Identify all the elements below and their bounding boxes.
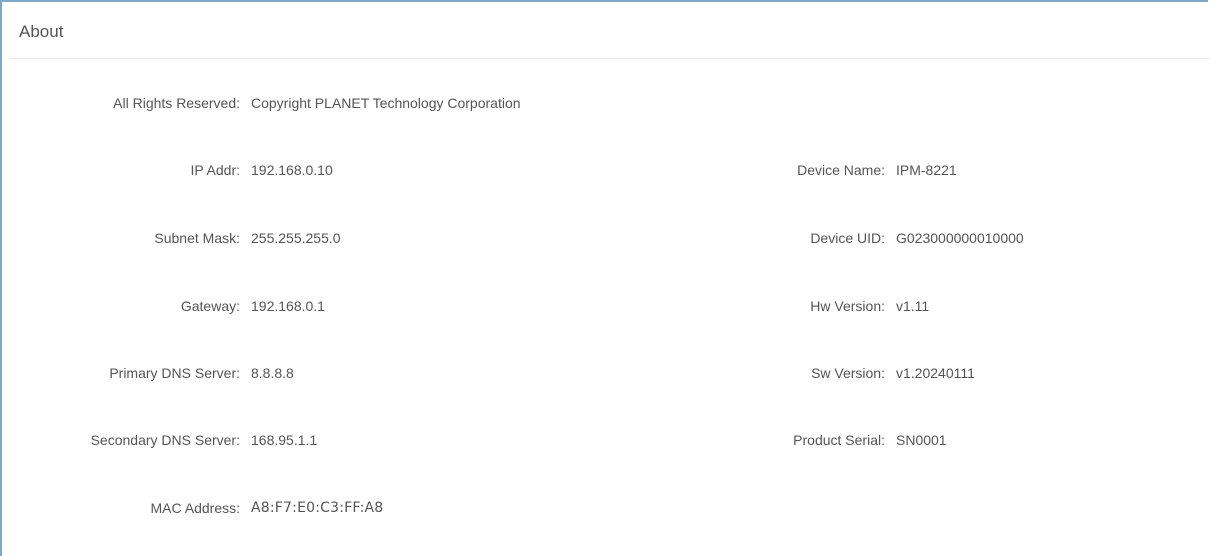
- gateway-label: Gateway:: [180, 298, 240, 314]
- ip-label: IP Addr:: [190, 162, 240, 178]
- sw-version-label: Sw Version:: [811, 365, 885, 381]
- product-serial-label: Product Serial:: [793, 432, 885, 448]
- device-uid-value: G023000000010000: [896, 230, 1024, 246]
- primary-dns-value: 8.8.8.8: [251, 365, 294, 381]
- gateway-value: 192.168.0.1: [251, 298, 325, 314]
- primary-dns-label: Primary DNS Server:: [109, 365, 240, 381]
- secondary-dns-value: 168.95.1.1: [251, 432, 318, 448]
- mac-value: A8:F7:E0:C3:FF:A8: [251, 500, 384, 516]
- panel-header: About: [10, 2, 1210, 59]
- page-title: About: [19, 22, 64, 41]
- device-name-label: Device Name:: [797, 162, 885, 178]
- hw-version-value: v1.11: [896, 298, 930, 314]
- mac-label: MAC Address:: [150, 500, 240, 516]
- device-uid-label: Device UID:: [810, 230, 885, 246]
- device-name-value: IPM-8221: [896, 162, 957, 178]
- product-serial-value: SN0001: [896, 432, 947, 448]
- about-panel: About All Rights Reserved: Copyright PLA…: [0, 0, 1210, 556]
- sw-version-value: v1.20240111: [896, 365, 975, 381]
- hw-version-label: Hw Version:: [810, 298, 885, 314]
- rights-value: Copyright PLANET Technology Corporation: [251, 95, 521, 111]
- rights-label: All Rights Reserved:: [113, 95, 240, 111]
- subnet-value: 255.255.255.0: [251, 230, 341, 246]
- secondary-dns-label: Secondary DNS Server:: [90, 432, 240, 448]
- ip-value: 192.168.0.10: [251, 162, 333, 178]
- subnet-label: Subnet Mask:: [154, 230, 240, 246]
